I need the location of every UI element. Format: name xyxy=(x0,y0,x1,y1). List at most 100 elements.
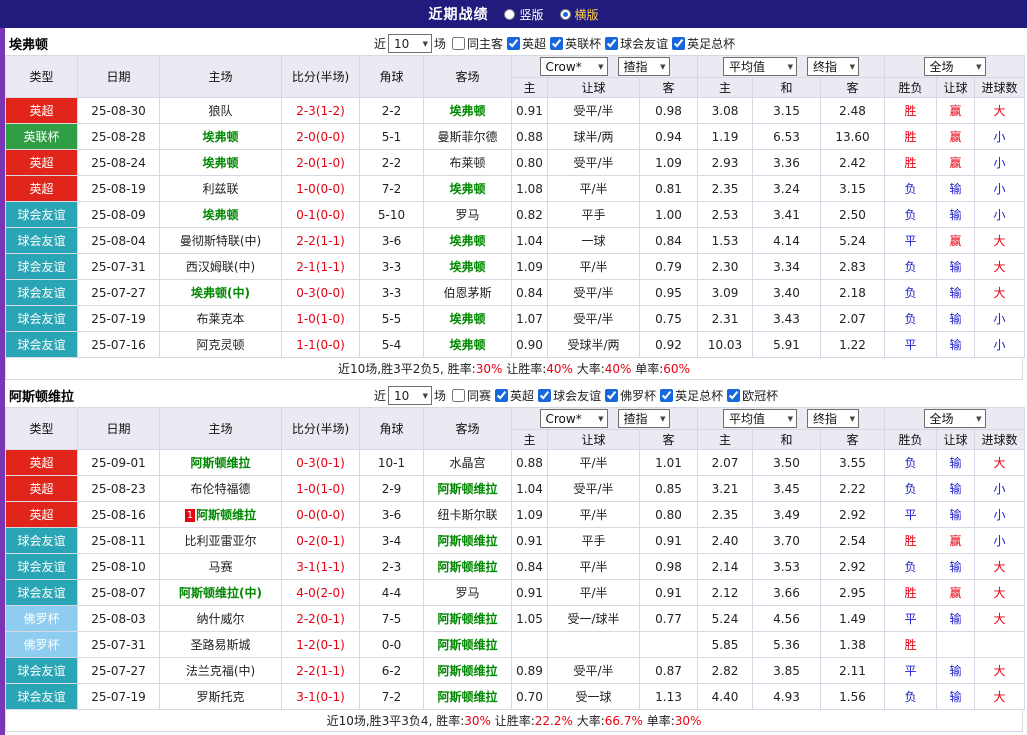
filter-checkbox[interactable]: 英联杯 xyxy=(550,35,601,52)
scope-select[interactable]: 全场 ▼ xyxy=(923,57,986,76)
checkbox-input[interactable] xyxy=(605,37,619,50)
checkbox-label: 欧冠杯 xyxy=(742,389,779,403)
checkbox-input[interactable] xyxy=(538,389,552,402)
summary-row: 近10场,胜3平2负5, 胜率: 30% 让胜率: 40% 大率: 40% 单率: 60… xyxy=(5,358,1023,380)
date-cell: 25-07-16 xyxy=(77,331,160,358)
checkbox-input[interactable] xyxy=(507,37,521,50)
match-count-select[interactable]: 10 ▼ xyxy=(388,386,433,405)
final-index-value: 终指 xyxy=(813,60,838,74)
avg-away-cell: 1.22 xyxy=(820,331,885,358)
match-count-value: 10 xyxy=(394,36,410,51)
match-count-select[interactable]: 10 ▼ xyxy=(388,34,433,53)
chevron-down-icon: ▼ xyxy=(976,414,982,423)
odds-away-cell: 1.09 xyxy=(639,149,698,176)
sub-avg-home-header: 主 xyxy=(697,77,753,98)
competition-type-cell: 球会友谊 xyxy=(5,279,78,306)
bookmaker-select[interactable]: Crow* ▼ xyxy=(539,409,608,428)
home-team-name: 阿斯顿维拉(中) xyxy=(179,586,262,600)
handicap-result-cell: 赢 xyxy=(936,579,975,606)
final-index-select[interactable]: 终指 ▼ xyxy=(807,409,859,428)
summary-stat-value: 40% xyxy=(546,361,573,376)
odds-home-cell: 0.89 xyxy=(511,657,548,684)
avg-away-cell: 2.22 xyxy=(820,475,885,502)
date-cell: 25-08-28 xyxy=(77,123,160,150)
odds-handicap-cell: 平/半 xyxy=(547,175,640,202)
competition-type-cell: 球会友谊 xyxy=(5,201,78,228)
top-bar: 近期战绩 竖版 横版 xyxy=(0,0,1027,28)
team-name: 阿斯顿维拉 xyxy=(9,390,75,405)
home-team-cell: 阿克灵顿 xyxy=(159,331,282,358)
handicap-result-cell: 赢 xyxy=(936,123,975,150)
index-select[interactable]: 揸指 ▼ xyxy=(617,57,670,76)
avg-draw-cell: 3.50 xyxy=(752,449,821,476)
home-team-cell: 埃弗顿(中) xyxy=(159,279,282,306)
scope-select[interactable]: 全场 ▼ xyxy=(923,409,986,428)
fullmatch-group-header: 全场 ▼ xyxy=(883,407,1026,430)
bookmaker-value: Crow* xyxy=(545,411,582,426)
avg-away-cell: 2.48 xyxy=(820,97,885,124)
score-cell: 0-3(0-0) xyxy=(281,279,360,306)
date-cell: 25-07-31 xyxy=(77,253,160,280)
checkbox-input[interactable] xyxy=(605,389,619,402)
away-team-cell: 埃弗顿 xyxy=(423,97,512,124)
filter-checkbox[interactable]: 同赛 xyxy=(452,387,491,404)
home-team-name: 埃弗顿 xyxy=(202,208,239,222)
filter-checkbox[interactable]: 佛罗杯 xyxy=(605,387,656,404)
col-type-header: 类型 xyxy=(5,407,78,450)
home-team-name: 阿斯顿维拉 xyxy=(196,508,257,522)
layout-radio-horizontal[interactable]: 横版 xyxy=(559,6,599,23)
handicap-result-cell: 赢 xyxy=(936,149,975,176)
index-select[interactable]: 揸指 ▼ xyxy=(617,409,670,428)
avg-draw-cell: 3.70 xyxy=(752,527,821,554)
result-cell: 负 xyxy=(884,175,937,202)
result-cell: 负 xyxy=(884,475,937,502)
checkbox-input[interactable] xyxy=(452,389,466,402)
odds-handicap-cell: 受一/球半 xyxy=(547,605,640,632)
checkbox-input[interactable] xyxy=(672,37,686,50)
filter-checkbox[interactable]: 球会友谊 xyxy=(538,387,601,404)
col-date-header: 日期 xyxy=(77,55,160,98)
checkbox-input[interactable] xyxy=(452,37,466,50)
average-select[interactable]: 平均值 ▼ xyxy=(723,57,797,76)
average-select[interactable]: 平均值 ▼ xyxy=(723,409,797,428)
checkbox-input[interactable] xyxy=(727,389,741,402)
result-cell: 胜 xyxy=(884,97,937,124)
result-cell: 负 xyxy=(884,553,937,580)
checkbox-input[interactable] xyxy=(495,389,509,402)
goals-result-cell: 大 xyxy=(973,253,1026,280)
checkbox-input[interactable] xyxy=(550,37,564,50)
avg-home-cell: 2.07 xyxy=(697,449,753,476)
team-section: 阿斯顿维拉 近 10 ▼ 场 同赛 英超 球会友谊 佛罗杯 英足总杯 欧冠杯 类型 xyxy=(5,384,1026,732)
chevron-down-icon: ▼ xyxy=(787,62,793,71)
sub-avg-away-header: 客 xyxy=(820,429,885,450)
filter-checkbox[interactable]: 球会友谊 xyxy=(605,35,668,52)
filter-checkbox[interactable]: 英足总杯 xyxy=(660,387,723,404)
filter-checkbox[interactable]: 欧冠杯 xyxy=(727,387,778,404)
filter-checkbox[interactable]: 英超 xyxy=(495,387,534,404)
final-index-value: 终指 xyxy=(813,412,838,426)
odds-away-cell: 0.92 xyxy=(639,331,698,358)
checkbox-input[interactable] xyxy=(660,389,674,402)
odds-away-cell: 0.91 xyxy=(639,527,698,554)
final-index-select[interactable]: 终指 ▼ xyxy=(807,57,859,76)
goals-result-cell: 大 xyxy=(973,605,1026,632)
match-row: 球会友谊 25-08-11 比利亚雷亚尔 0-2(0-1) 3-4 阿斯顿维拉 0.91 平手… xyxy=(5,527,1026,554)
odds-handicap-cell: 平/半 xyxy=(547,501,640,528)
score-cell: 2-3(1-2) xyxy=(281,97,360,124)
avg-away-cell: 2.83 xyxy=(820,253,885,280)
col-away-header: 客场 xyxy=(423,55,512,98)
home-team-cell: 法兰克福(中) xyxy=(159,657,282,684)
filter-checkbox[interactable]: 英足总杯 xyxy=(672,35,735,52)
competition-type-cell: 球会友谊 xyxy=(5,683,78,710)
layout-radio-vertical[interactable]: 竖版 xyxy=(504,6,544,23)
odds-home-cell: 0.70 xyxy=(511,683,548,710)
avg-home-cell: 5.24 xyxy=(697,605,753,632)
matches-table: 类型 日期 主场 比分(半场) 角球 客场 Crow* ▼ 揸指 ▼ 平均值 ▼… xyxy=(5,55,1026,358)
bookmaker-select[interactable]: Crow* ▼ xyxy=(539,57,608,76)
avg-away-cell: 1.56 xyxy=(820,683,885,710)
goals-result-cell: 小 xyxy=(973,305,1026,332)
match-row: 英超 25-08-30 狼队 2-3(1-2) 2-2 埃弗顿 0.91 受平/半 0.98 3.… xyxy=(5,97,1026,124)
chevron-down-icon: ▼ xyxy=(422,391,429,400)
filter-checkbox[interactable]: 同主客 xyxy=(452,35,503,52)
filter-checkbox[interactable]: 英超 xyxy=(507,35,546,52)
